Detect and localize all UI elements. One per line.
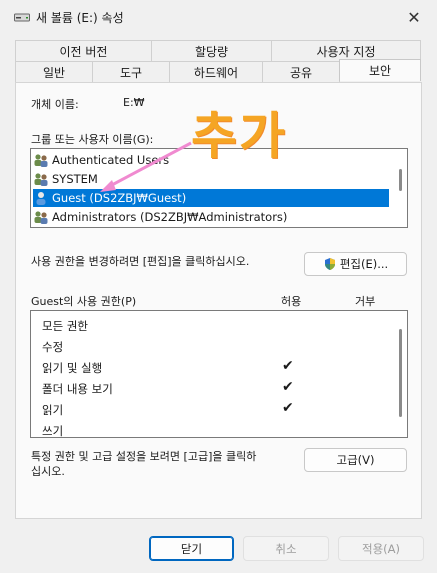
tab-row-1: 이전 버전 할당량 사용자 지정	[15, 40, 421, 61]
check-icon: ✔	[282, 358, 294, 374]
tab-hardware[interactable]: 하드웨어	[169, 61, 263, 82]
perm-full-control: 모든 권한	[42, 319, 88, 333]
permissions-label: Guest의 사용 권한(P)	[31, 295, 137, 308]
tab-security[interactable]: 보안	[339, 59, 421, 81]
permissions-scrollbar[interactable]	[399, 329, 402, 417]
users-icon	[34, 154, 48, 167]
perm-write: 쓰기	[42, 424, 64, 438]
drive-icon	[14, 13, 30, 22]
perm-list-folder: 폴더 내용 보기	[42, 382, 113, 396]
apply-button[interactable]: 적용(A)	[338, 536, 424, 561]
check-icon: ✔	[282, 400, 294, 416]
close-icon: ✕	[407, 7, 421, 27]
list-item-system[interactable]: SYSTEM	[33, 170, 393, 188]
list-scrollbar[interactable]	[399, 169, 402, 191]
advanced-hint-line2: 십시오.	[31, 465, 65, 478]
check-icon: ✔	[282, 379, 294, 395]
window-title: 새 볼륨 (E:) 속성	[36, 11, 124, 25]
tab-row-2: 일반 도구 하드웨어 공유 보안	[15, 59, 421, 82]
cancel-button[interactable]: 취소	[243, 536, 329, 561]
object-name-label: 개체 이름:	[31, 98, 79, 111]
advanced-hint-line1: 특정 권한 및 고급 설정을 보려면 [고급]을 클릭하	[31, 450, 257, 463]
perm-read-execute: 읽기 및 실행	[42, 361, 103, 375]
tab-sharing[interactable]: 공유	[262, 61, 340, 82]
permissions-list: 모든 권한 수정 읽기 및 실행 폴더 내용 보기 읽기 쓰기 ✔ ✔ ✔	[30, 310, 408, 438]
annotation-text: 추가	[191, 107, 287, 165]
tab-previous-versions[interactable]: 이전 버전	[15, 40, 152, 61]
perm-read: 읽기	[42, 403, 64, 417]
close-button[interactable]: ✕	[399, 4, 429, 30]
object-name-value: E:₩	[123, 96, 145, 109]
edit-button[interactable]: 편집(E)...	[304, 252, 407, 276]
advanced-button[interactable]: 고급(V)	[304, 448, 407, 472]
close-dialog-button[interactable]: 닫기	[149, 536, 234, 561]
tab-tools[interactable]: 도구	[92, 61, 170, 82]
deny-column-header: 거부	[355, 295, 376, 308]
user-icon	[36, 192, 46, 205]
group-list-label: 그룹 또는 사용자 이름(G):	[31, 133, 154, 146]
list-item-administrators[interactable]: Administrators (DS2ZBJ₩Administrators)	[33, 208, 393, 226]
users-icon	[34, 211, 48, 224]
allow-column-header: 허용	[281, 295, 302, 308]
title-bar: 새 볼륨 (E:) 속성 ✕	[0, 0, 437, 33]
tab-quota[interactable]: 할당량	[151, 40, 272, 61]
tab-customize[interactable]: 사용자 지정	[271, 40, 421, 61]
list-item-guest[interactable]: Guest (DS2ZBJ₩Guest)	[33, 189, 389, 207]
users-icon	[34, 173, 48, 186]
shield-icon	[324, 258, 335, 270]
edit-hint: 사용 권한을 변경하려면 [편집]을 클릭하십시오.	[31, 255, 250, 268]
perm-modify: 수정	[42, 340, 64, 354]
tab-general[interactable]: 일반	[15, 61, 93, 82]
